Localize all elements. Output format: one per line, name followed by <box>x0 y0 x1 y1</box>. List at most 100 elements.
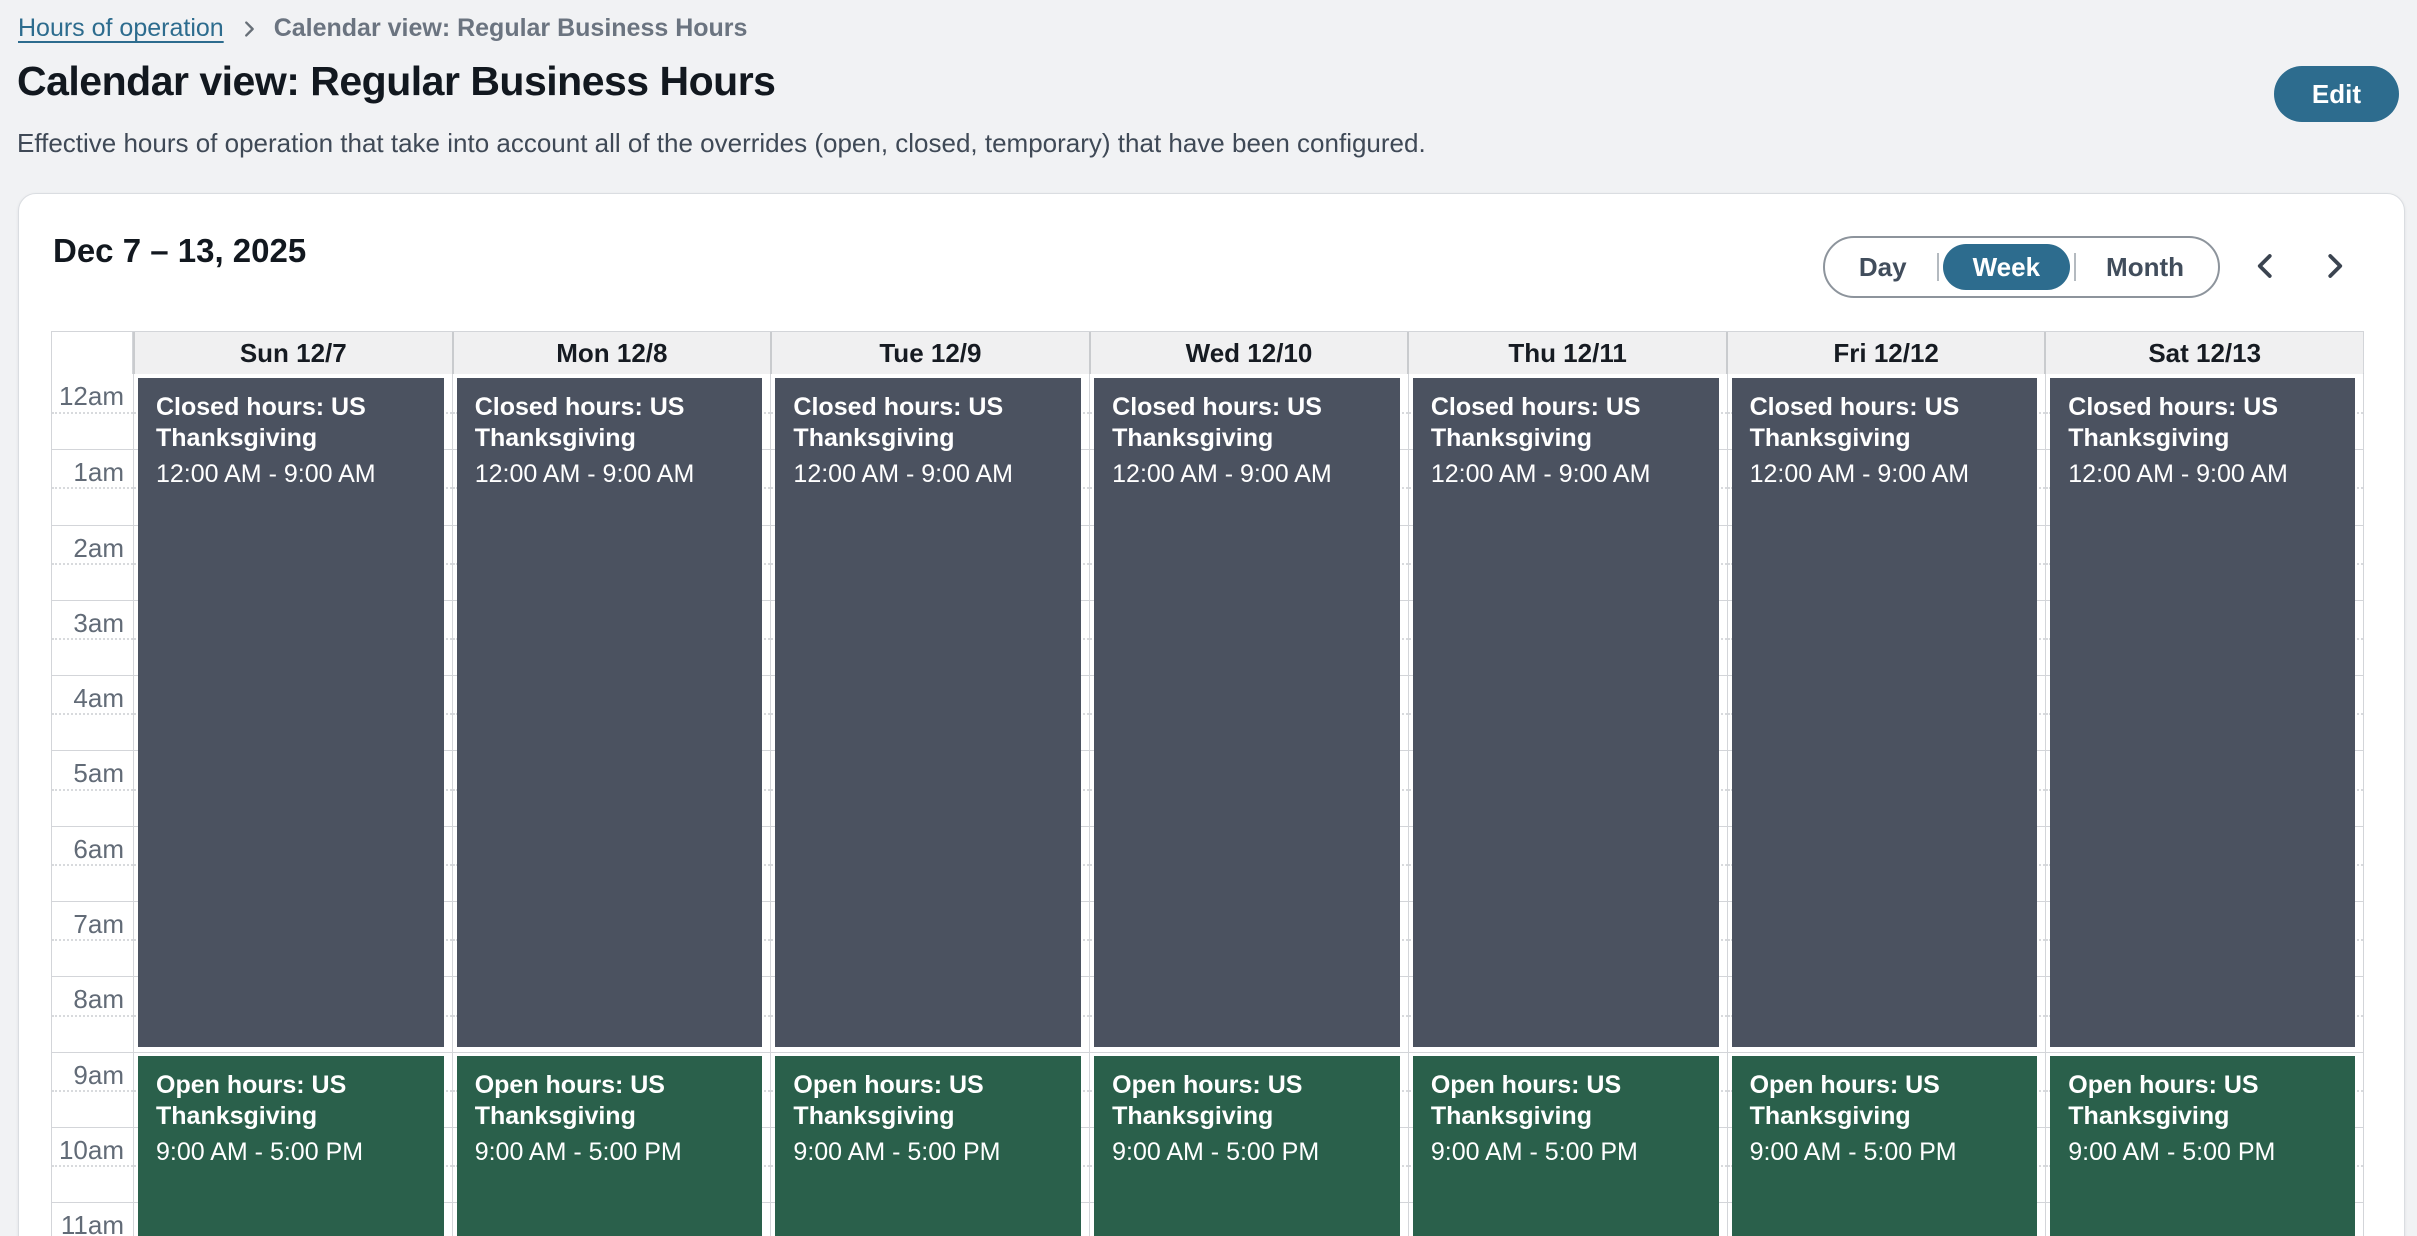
event-time: 12:00 AM - 9:00 AM <box>793 459 1063 489</box>
view-toggle-week[interactable]: Week <box>1943 244 2070 290</box>
breadcrumb-chevron-icon <box>238 18 260 40</box>
breadcrumb-current: Calendar view: Regular Business Hours <box>274 14 748 43</box>
event-open: Open hours: US Thanksgiving 9:00 AM - 5:0… <box>1732 1056 2038 1236</box>
hour-row: 9am <box>52 1052 133 1127</box>
event-open: Open hours: US Thanksgiving 9:00 AM - 5:0… <box>1413 1056 1719 1236</box>
hour-label: 4am <box>52 676 133 714</box>
day-column-2: Closed hours: US Thanksgiving 12:00 AM - … <box>770 374 1089 1236</box>
event-title: Open hours: US Thanksgiving <box>1750 1070 2020 1132</box>
event-title: Open hours: US Thanksgiving <box>1112 1070 1382 1132</box>
hour-label: 7am <box>52 902 133 940</box>
day-column-0: Closed hours: US Thanksgiving 12:00 AM - … <box>133 374 452 1236</box>
calendar-controls: DayWeekMonth <box>1823 236 2356 298</box>
calendar-body: 12am 1am2am 3am 4am 5am 6am 7am 8am 9am 10am 11am C… <box>51 374 2364 1236</box>
breadcrumb-link-hours-of-operation[interactable]: Hours of operation <box>18 14 224 43</box>
breadcrumb: Hours of operation Calendar view: Regula… <box>18 14 747 43</box>
hour-row: 12am <box>52 374 133 449</box>
hour-label: 6am <box>52 827 133 865</box>
event-title: Closed hours: US Thanksgiving <box>156 392 426 454</box>
hour-row: 2am <box>52 525 133 600</box>
event-open: Open hours: US Thanksgiving 9:00 AM - 5:0… <box>457 1056 763 1236</box>
day-header-row: Sun 12/7Mon 12/8Tue 12/9Wed 12/10Thu 12/… <box>51 331 2364 374</box>
event-time: 9:00 AM - 5:00 PM <box>156 1137 426 1167</box>
event-time: 12:00 AM - 9:00 AM <box>475 459 745 489</box>
event-time: 9:00 AM - 5:00 PM <box>1112 1137 1382 1167</box>
view-toggle: DayWeekMonth <box>1823 236 2220 298</box>
event-title: Closed hours: US Thanksgiving <box>1431 392 1701 454</box>
day-header-3: Wed 12/10 <box>1089 332 1408 374</box>
hour-label: 5am <box>52 751 133 789</box>
day-header-6: Sat 12/13 <box>2044 332 2363 374</box>
day-header-1: Mon 12/8 <box>452 332 771 374</box>
day-header-2: Tue 12/9 <box>770 332 1089 374</box>
event-title: Closed hours: US Thanksgiving <box>475 392 745 454</box>
event-time: 12:00 AM - 9:00 AM <box>1750 459 2020 489</box>
date-range-label: Dec 7 – 13, 2025 <box>53 232 306 270</box>
day-header-4: Thu 12/11 <box>1407 332 1726 374</box>
event-open: Open hours: US Thanksgiving 9:00 AM - 5:0… <box>138 1056 444 1236</box>
view-toggle-separator <box>1937 253 1939 281</box>
event-closed: Closed hours: US Thanksgiving 12:00 AM - … <box>1413 378 1719 1047</box>
event-closed: Closed hours: US Thanksgiving 12:00 AM - … <box>1732 378 2038 1047</box>
event-open: Open hours: US Thanksgiving 9:00 AM - 5:0… <box>775 1056 1081 1236</box>
event-title: Closed hours: US Thanksgiving <box>1750 392 2020 454</box>
event-title: Open hours: US Thanksgiving <box>1431 1070 1701 1132</box>
time-gutter: 12am 1am2am 3am 4am 5am 6am 7am 8am 9am 10am 11am <box>51 374 133 1236</box>
event-time: 9:00 AM - 5:00 PM <box>475 1137 745 1167</box>
event-time: 9:00 AM - 5:00 PM <box>2068 1137 2337 1167</box>
hour-label: 8am <box>52 977 133 1015</box>
event-time: 12:00 AM - 9:00 AM <box>1431 459 1701 489</box>
hour-label: 2am <box>52 526 133 564</box>
day-column-4: Closed hours: US Thanksgiving 12:00 AM - … <box>1408 374 1727 1236</box>
page-title: Calendar view: Regular Business Hours <box>17 58 775 105</box>
day-column-6: Closed hours: US Thanksgiving 12:00 AM - … <box>2045 374 2364 1236</box>
hour-label: 11am <box>52 1203 133 1236</box>
previous-week-button[interactable] <box>2244 245 2288 289</box>
event-title: Closed hours: US Thanksgiving <box>2068 392 2337 454</box>
edit-button[interactable]: Edit <box>2274 66 2399 122</box>
event-time: 12:00 AM - 9:00 AM <box>2068 459 2337 489</box>
event-closed: Closed hours: US Thanksgiving 12:00 AM - … <box>2050 378 2355 1047</box>
calendar-grid: Sun 12/7Mon 12/8Tue 12/9Wed 12/10Thu 12/… <box>51 331 2364 1236</box>
hour-row: 8am <box>52 976 133 1051</box>
hour-row: 4am <box>52 675 133 750</box>
hour-label: 9am <box>52 1053 133 1091</box>
event-title: Open hours: US Thanksgiving <box>793 1070 1063 1132</box>
event-open: Open hours: US Thanksgiving 9:00 AM - 5:0… <box>1094 1056 1400 1236</box>
hour-row: 10am <box>52 1127 133 1202</box>
hour-row: 11am <box>52 1202 133 1236</box>
event-title: Open hours: US Thanksgiving <box>156 1070 426 1132</box>
next-week-button[interactable] <box>2312 245 2356 289</box>
day-column-1: Closed hours: US Thanksgiving 12:00 AM - … <box>452 374 771 1236</box>
hour-label: 12am <box>52 374 133 412</box>
hour-row: 6am <box>52 826 133 901</box>
chevron-right-icon <box>2319 251 2349 284</box>
event-time: 9:00 AM - 5:00 PM <box>793 1137 1063 1167</box>
event-closed: Closed hours: US Thanksgiving 12:00 AM - … <box>457 378 763 1047</box>
time-gutter-header <box>51 332 133 374</box>
event-closed: Closed hours: US Thanksgiving 12:00 AM - … <box>138 378 444 1047</box>
page-description: Effective hours of operation that take i… <box>17 128 1426 159</box>
event-time: 9:00 AM - 5:00 PM <box>1431 1137 1701 1167</box>
calendar-card: Dec 7 – 13, 2025 DayWeekMonth Sun 12/7Mo… <box>18 193 2405 1236</box>
event-title: Closed hours: US Thanksgiving <box>793 392 1063 454</box>
event-title: Closed hours: US Thanksgiving <box>1112 392 1382 454</box>
day-header-5: Fri 12/12 <box>1726 332 2045 374</box>
hour-row: 1am <box>52 449 133 524</box>
day-column-3: Closed hours: US Thanksgiving 12:00 AM - … <box>1089 374 1408 1236</box>
hour-row: 7am <box>52 901 133 976</box>
hour-label: 3am <box>52 601 133 639</box>
day-column-5: Closed hours: US Thanksgiving 12:00 AM - … <box>1727 374 2046 1236</box>
hour-row: 3am <box>52 600 133 675</box>
event-title: Open hours: US Thanksgiving <box>475 1070 745 1132</box>
event-time: 12:00 AM - 9:00 AM <box>156 459 426 489</box>
view-toggle-day[interactable]: Day <box>1829 238 1937 296</box>
chevron-left-icon <box>2251 251 2281 284</box>
event-closed: Closed hours: US Thanksgiving 12:00 AM - … <box>1094 378 1400 1047</box>
event-time: 9:00 AM - 5:00 PM <box>1750 1137 2020 1167</box>
event-time: 12:00 AM - 9:00 AM <box>1112 459 1382 489</box>
event-title: Open hours: US Thanksgiving <box>2068 1070 2337 1132</box>
hour-label: 10am <box>52 1128 133 1166</box>
hour-row: 5am <box>52 750 133 825</box>
view-toggle-month[interactable]: Month <box>2076 238 2214 296</box>
